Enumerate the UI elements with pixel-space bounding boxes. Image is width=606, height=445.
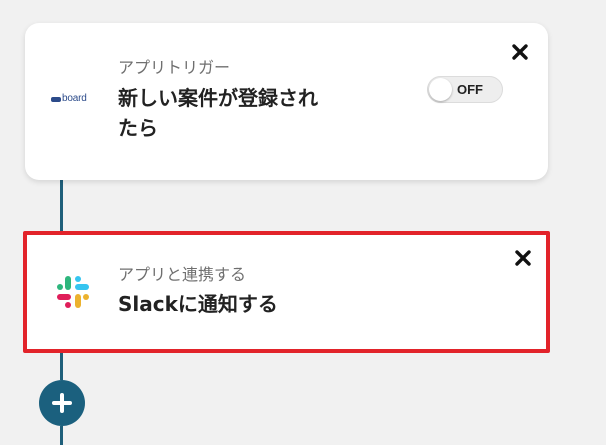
toggle-label: OFF [457,82,483,97]
board-logo-text: board [62,93,87,104]
flow-connector-top [60,180,63,231]
board-logo: board [51,92,87,106]
trigger-subtitle: アプリトリガー [118,58,231,77]
action-close-icon[interactable] [514,249,532,267]
action-subtitle: アプリと連携する [118,265,247,284]
flow-connector-middle [60,353,63,380]
trigger-card[interactable]: board アプリトリガー 新しい案件が登録され たら OFF [25,23,548,180]
trigger-on-off-toggle[interactable]: OFF [427,76,503,103]
add-step-button[interactable] [39,380,85,426]
trigger-title-line1: 新しい案件が登録され [118,86,318,110]
action-title: Slackに通知する [118,292,278,316]
action-card-selected[interactable]: アプリと連携する Slackに通知する [23,231,550,353]
trigger-title-line2: たら [118,116,158,140]
slack-icon [53,272,93,312]
plus-icon [52,393,72,413]
flow-connector-bottom [60,426,63,445]
toggle-knob [429,78,452,101]
board-logo-mark [51,96,61,102]
trigger-close-icon[interactable] [511,43,529,61]
